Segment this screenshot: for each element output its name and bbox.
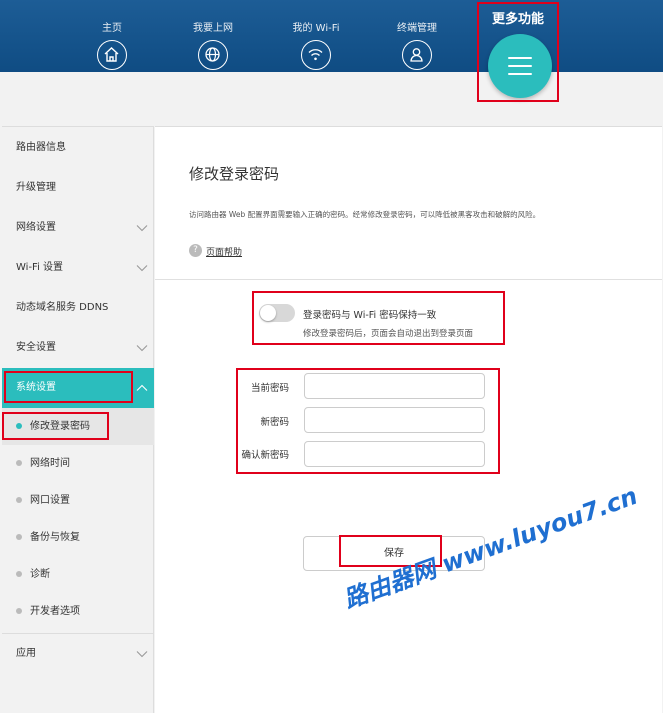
nav-devices[interactable]: 终端管理 bbox=[372, 0, 462, 70]
chevron-down-icon bbox=[136, 225, 148, 232]
sidebar-item-label: 路由器信息 bbox=[16, 142, 66, 153]
help-link[interactable]: ? 页面帮助 bbox=[189, 244, 243, 258]
sidebar-subitem-label: 开发者选项 bbox=[30, 606, 80, 617]
nav-wifi[interactable]: 我的 Wi-Fi bbox=[271, 0, 361, 70]
sidebar-subitem-change-password[interactable]: 修改登录密码 bbox=[2, 408, 154, 445]
menu-icon-bar bbox=[508, 65, 532, 67]
sidebar-subitem-label: 网口设置 bbox=[30, 495, 70, 506]
toggle-knob bbox=[260, 305, 276, 321]
menu-icon-bar bbox=[508, 73, 532, 75]
nav-internet[interactable]: 我要上网 bbox=[168, 0, 258, 70]
confirm-password-input[interactable] bbox=[304, 441, 485, 467]
chevron-up-icon bbox=[136, 384, 148, 391]
nav-more-label: 更多功能 bbox=[491, 12, 544, 27]
sidebar-item-network[interactable]: 网络设置 bbox=[2, 208, 154, 248]
main-panel: 修改登录密码 访问路由器 Web 配置界面需要输入正确的密码。经常修改登录密码，… bbox=[155, 126, 662, 713]
new-password-input[interactable] bbox=[304, 407, 485, 433]
sidebar-item-label: 应用 bbox=[16, 648, 36, 659]
nav-devices-label: 终端管理 bbox=[397, 23, 437, 34]
sidebar-item-label: 网络设置 bbox=[16, 222, 56, 233]
page-title: 修改登录密码 bbox=[189, 165, 280, 183]
bullet-icon bbox=[16, 497, 22, 503]
nav-wifi-label: 我的 Wi-Fi bbox=[292, 23, 340, 34]
current-password-label: 当前密码 bbox=[250, 383, 289, 394]
sidebar-subitem-label: 网络时间 bbox=[30, 458, 70, 469]
sidebar: 路由器信息 升级管理 网络设置 Wi-Fi 设置 动态域名服务 DDNS 安全设… bbox=[2, 126, 154, 713]
page-description: 访问路由器 Web 配置界面需要输入正确的密码。经常修改登录密码，可以降低被黑客… bbox=[189, 210, 541, 219]
sync-toggle-hint: 修改登录密码后，页面会自动退出到登录页面 bbox=[303, 329, 474, 339]
sidebar-subitem-label: 诊断 bbox=[30, 569, 50, 580]
new-password-label: 新密码 bbox=[260, 417, 289, 428]
sidebar-item-label: 系统设置 bbox=[16, 382, 56, 393]
sidebar-subitem-developer[interactable]: 开发者选项 bbox=[2, 593, 154, 630]
top-nav-bar: 主页 我要上网 我的 Wi-Fi 终端管理 bbox=[0, 0, 663, 72]
sidebar-subitem-label: 修改登录密码 bbox=[30, 421, 90, 432]
help-link-label: 页面帮助 bbox=[206, 248, 243, 258]
bullet-icon bbox=[16, 608, 22, 614]
bullet-icon bbox=[16, 534, 22, 540]
more-functions-button[interactable] bbox=[488, 34, 552, 98]
sidebar-item-wifi[interactable]: Wi-Fi 设置 bbox=[2, 248, 154, 288]
user-icon bbox=[402, 40, 432, 70]
sidebar-item-label: 动态域名服务 DDNS bbox=[16, 302, 109, 313]
chevron-down-icon bbox=[136, 345, 148, 352]
globe-icon bbox=[198, 40, 228, 70]
current-password-input[interactable] bbox=[304, 373, 485, 399]
confirm-password-label: 确认新密码 bbox=[241, 450, 289, 461]
sync-password-toggle[interactable] bbox=[259, 304, 295, 322]
nav-home-label: 主页 bbox=[102, 23, 122, 34]
sidebar-item-label: 安全设置 bbox=[16, 342, 56, 353]
help-icon: ? bbox=[189, 244, 202, 257]
sidebar-item-security[interactable]: 安全设置 bbox=[2, 328, 154, 368]
sidebar-item-router-info[interactable]: 路由器信息 bbox=[2, 128, 154, 168]
sidebar-item-label: 升级管理 bbox=[16, 182, 56, 193]
sidebar-subitem-network-time[interactable]: 网络时间 bbox=[2, 445, 154, 482]
sidebar-item-label: Wi-Fi 设置 bbox=[16, 262, 64, 273]
sidebar-item-upgrade[interactable]: 升级管理 bbox=[2, 168, 154, 208]
bullet-icon bbox=[16, 423, 22, 429]
wifi-icon bbox=[301, 40, 331, 70]
sidebar-item-apps[interactable]: 应用 bbox=[2, 633, 154, 673]
bullet-icon bbox=[16, 571, 22, 577]
bullet-icon bbox=[16, 460, 22, 466]
nav-internet-label: 我要上网 bbox=[193, 23, 233, 34]
chevron-down-icon bbox=[136, 265, 148, 272]
chevron-down-icon bbox=[136, 651, 148, 658]
sidebar-item-ddns[interactable]: 动态域名服务 DDNS bbox=[2, 288, 154, 328]
divider bbox=[155, 279, 662, 280]
sidebar-item-system[interactable]: 系统设置 bbox=[2, 368, 154, 408]
home-icon bbox=[97, 40, 127, 70]
nav-home[interactable]: 主页 bbox=[67, 0, 157, 70]
sidebar-subitem-diagnose[interactable]: 诊断 bbox=[2, 556, 154, 593]
sync-toggle-label: 登录密码与 Wi-Fi 密码保持一致 bbox=[303, 310, 437, 321]
menu-icon bbox=[508, 57, 532, 59]
sidebar-subitem-port-settings[interactable]: 网口设置 bbox=[2, 482, 154, 519]
sidebar-subitem-backup[interactable]: 备份与恢复 bbox=[2, 519, 154, 556]
sidebar-subitem-label: 备份与恢复 bbox=[30, 532, 80, 543]
